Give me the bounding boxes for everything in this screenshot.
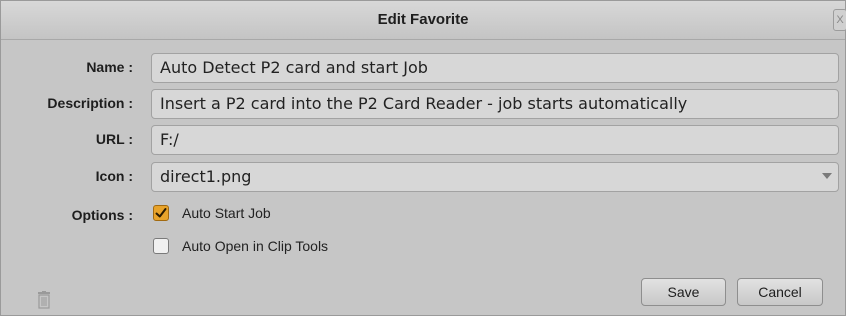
auto-open-clip-tools-checkbox[interactable] [153,238,169,254]
url-field[interactable]: F:/ [151,125,839,155]
title-bar: Edit Favorite X [1,1,846,40]
icon-select[interactable]: direct1.png [151,162,839,192]
description-label: Description : [47,95,133,111]
cancel-button[interactable]: Cancel [737,278,823,306]
chevron-down-icon[interactable] [822,173,832,179]
icon-label: Icon : [95,168,133,184]
options-label: Options : [71,207,133,223]
auto-open-clip-tools-label: Auto Open in Clip Tools [182,238,329,254]
description-field[interactable]: Insert a P2 card into the P2 Card Reader… [151,89,839,119]
name-label: Name : [86,59,133,75]
checkmark-icon [155,208,167,218]
save-button[interactable]: Save [641,278,726,306]
edit-favorite-dialog: Edit Favorite X Name : Auto Detect P2 ca… [0,0,846,316]
auto-open-clip-tools-option[interactable]: Auto Open in Clip Tools [153,235,328,257]
icon-select-value: direct1.png [160,167,252,186]
url-label: URL : [95,131,133,147]
auto-start-job-label: Auto Start Job [182,205,271,221]
name-field[interactable]: Auto Detect P2 card and start Job [151,53,839,83]
auto-start-job-checkbox[interactable] [153,205,169,221]
trash-icon[interactable] [37,291,51,309]
dialog-title: Edit Favorite [377,11,469,28]
auto-start-job-option[interactable]: Auto Start Job [153,202,271,224]
close-icon[interactable]: X [833,9,846,31]
